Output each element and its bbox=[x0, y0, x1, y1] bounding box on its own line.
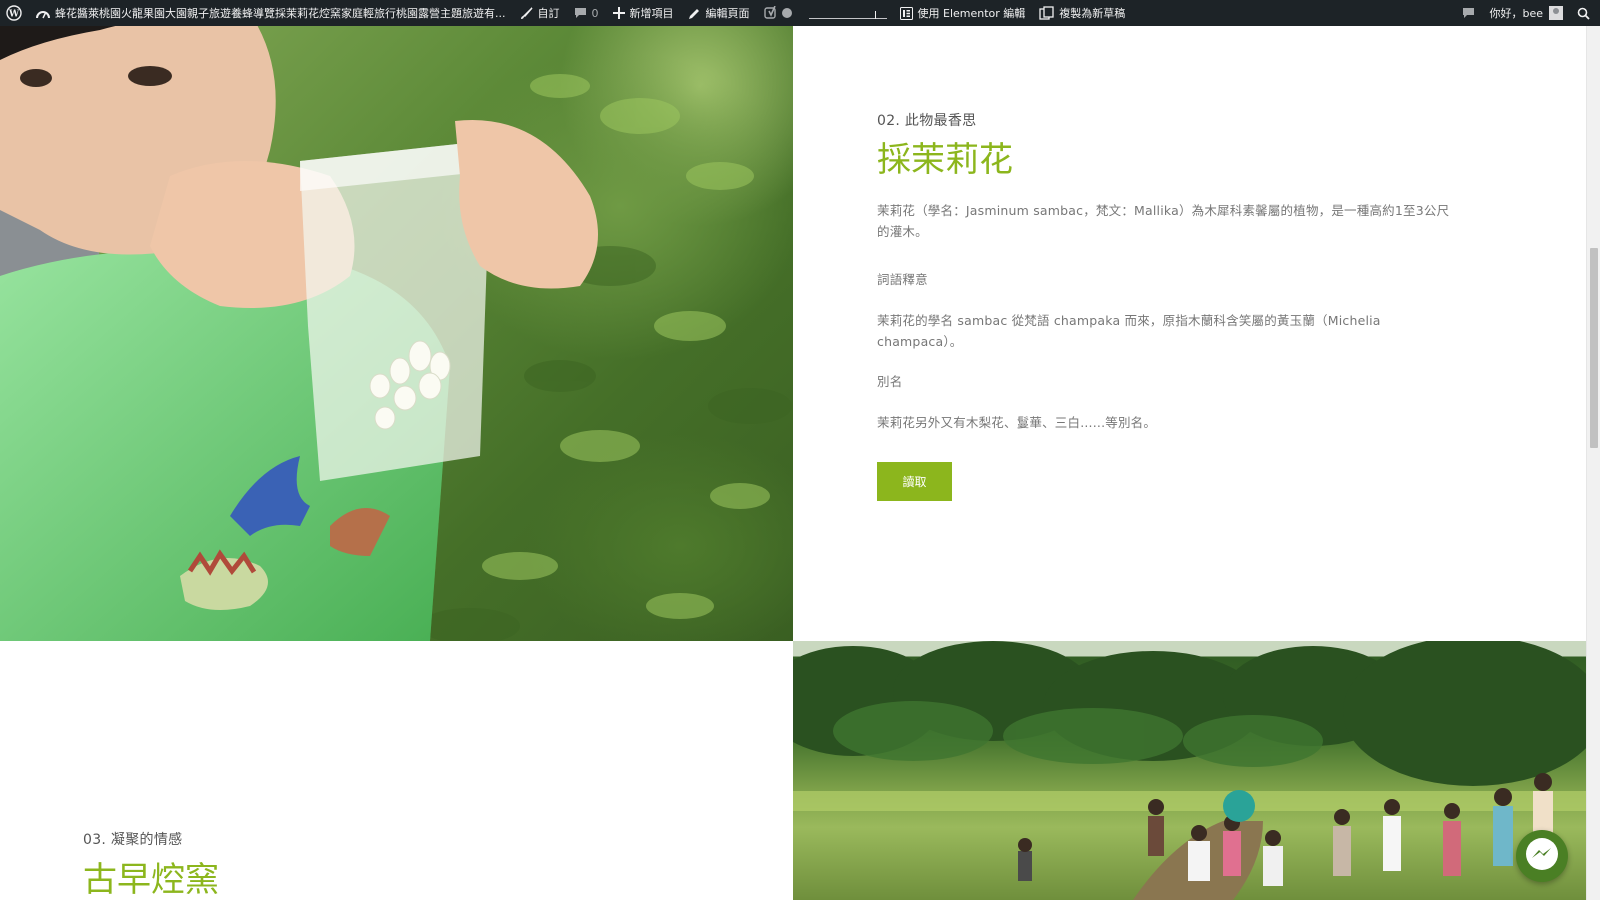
page-scrollbar[interactable] bbox=[1586, 26, 1600, 900]
notifications-link[interactable] bbox=[1455, 0, 1482, 26]
plus-icon bbox=[612, 7, 625, 19]
svg-text:W: W bbox=[8, 10, 20, 20]
new-item-label: 新增項目 bbox=[629, 7, 674, 20]
search-icon bbox=[1577, 7, 1590, 20]
wordpress-menu[interactable]: W bbox=[0, 0, 29, 26]
jasmine-child-photo bbox=[0, 26, 793, 641]
read-more-button[interactable]: 讀取 bbox=[877, 462, 952, 501]
duplicate-link[interactable]: 複製為新草稿 bbox=[1032, 0, 1132, 26]
my-account-menu[interactable]: 你好，bee bbox=[1482, 0, 1570, 26]
pencil-icon bbox=[688, 7, 701, 20]
section-03-title: 古早焢窯 bbox=[83, 860, 219, 900]
section-02-paragraph-meaning: 茉莉花的學名 sambac 從梵語 champaka 而來，原指木蘭科含笑屬的黃… bbox=[877, 313, 1381, 349]
edit-page-label: 編輯頁面 bbox=[705, 7, 750, 20]
messenger-chat-button[interactable] bbox=[1516, 830, 1568, 882]
greeting: 你好，bee bbox=[1489, 7, 1543, 20]
section-02-paragraph-intro: 茉莉花（學名：Jasminum sambac，梵文：Mallika）為木犀科素馨… bbox=[877, 203, 1450, 239]
section-02-number: 02. 此物最香思 bbox=[877, 113, 977, 129]
admin-bar: W 蜂花醬萊桃園火龍果園大園親子旅遊養蜂導覽採茉莉花焢窯家庭輕旅行桃園露營主題旅… bbox=[0, 0, 1600, 26]
progress-indicator bbox=[808, 7, 887, 19]
customize-label: 自訂 bbox=[537, 7, 560, 20]
site-name-menu[interactable]: 蜂花醬萊桃園火龍果園大園親子旅遊養蜂導覽採茉莉花焢窯家庭輕旅行桃園露營主題旅遊有… bbox=[29, 0, 513, 26]
comments-count: 0 bbox=[591, 6, 599, 20]
elementor-link[interactable]: 使用 Elementor 編輯 bbox=[893, 0, 1033, 26]
duplicate-label: 複製為新草稿 bbox=[1059, 7, 1126, 20]
customize-link[interactable]: 自訂 bbox=[513, 0, 567, 26]
comments-link[interactable]: 0 bbox=[567, 0, 606, 26]
new-item-menu[interactable]: 新增項目 bbox=[606, 0, 681, 26]
dashboard-icon bbox=[36, 7, 50, 19]
admin-search[interactable] bbox=[1570, 0, 1600, 26]
section-02-title: 採茉莉花 bbox=[877, 140, 1013, 180]
family-field-photo bbox=[793, 641, 1586, 900]
section-03-number: 03. 凝聚的情感 bbox=[83, 832, 183, 848]
yoast-menu[interactable] bbox=[757, 0, 799, 26]
scrollbar-thumb[interactable] bbox=[1590, 248, 1598, 448]
yoast-icon bbox=[763, 6, 778, 20]
elementor-icon bbox=[899, 6, 913, 20]
site-title: 蜂花醬萊桃園火龍果園大園親子旅遊養蜂導覽採茉莉花焢窯家庭輕旅行桃園露營主題旅遊有… bbox=[55, 7, 506, 20]
messenger-icon bbox=[1523, 835, 1561, 877]
wordpress-icon: W bbox=[6, 5, 22, 21]
section-02-label-alias: 別名 bbox=[877, 374, 903, 389]
comment-icon bbox=[574, 7, 587, 19]
elementor-label: 使用 Elementor 編輯 bbox=[917, 7, 1026, 20]
section-02-label-meaning: 詞語釋意 bbox=[877, 272, 928, 287]
admin-bar-secondary: 你好，bee bbox=[1455, 0, 1600, 26]
notification-icon bbox=[1462, 7, 1475, 19]
duplicate-icon bbox=[1039, 6, 1054, 20]
seo-status-dot bbox=[781, 8, 792, 18]
brush-icon bbox=[520, 6, 533, 20]
edit-page-link[interactable]: 編輯頁面 bbox=[681, 0, 757, 26]
avatar bbox=[1549, 6, 1563, 20]
section-02-paragraph-alias: 茉莉花另外又有木梨花、鬘華、三白......等別名。 bbox=[877, 415, 1157, 430]
